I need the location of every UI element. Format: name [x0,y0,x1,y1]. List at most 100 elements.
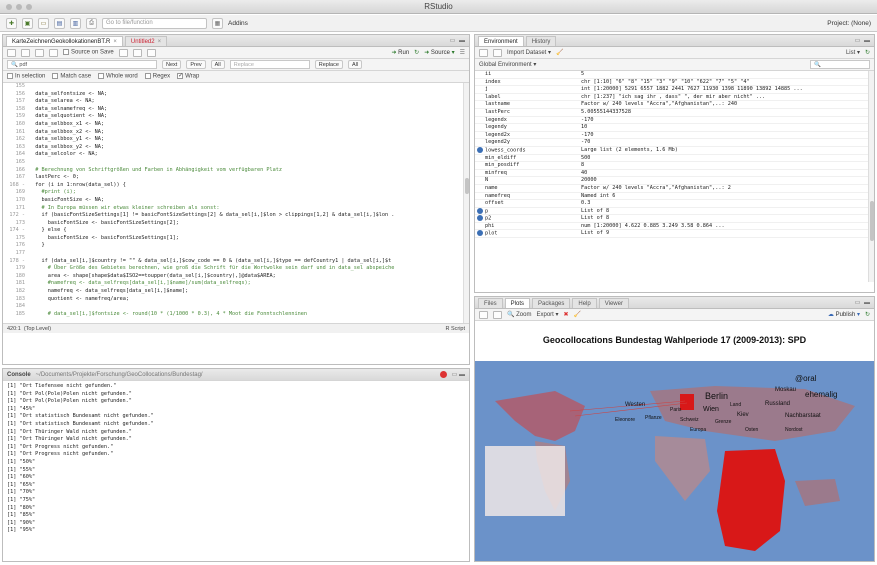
tab-help[interactable]: Help [572,298,597,308]
find-input[interactable]: 🔍 pdf [7,60,157,69]
code-tools-icon[interactable] [132,48,142,57]
code-line[interactable]: 164 data_selcolor <- NA; [3,151,469,159]
code-line[interactable]: 169 #print (i); [3,189,469,197]
option-match-case[interactable]: Match case [52,73,91,80]
show-in-window-icon[interactable] [35,48,44,57]
code-line[interactable]: 160 data_selbbox_x1 <- NA; [3,121,469,129]
source-on-save-checkbox[interactable]: Source on Save [63,49,114,56]
remove-plot-icon[interactable]: ✖ [564,311,569,318]
stop-icon[interactable] [439,371,447,378]
env-row[interactable]: lowess_coords Large list (2 elements, 1.6… [475,146,874,155]
env-row[interactable]: lastname Factor w/ 240 levels "Accra","Af… [475,101,874,109]
tab-viewer[interactable]: Viewer [598,298,629,308]
expand-icon[interactable] [477,230,483,237]
env-row[interactable]: j int [1:20000] 5291 6557 1882 2441 7627 … [475,86,874,94]
tab-script[interactable]: KarteZeichnenGeokollokationenBT.R × [6,36,123,46]
env-row[interactable]: ii 5 [475,71,874,79]
code-line[interactable]: 172 - if (basicFontSizeSettings[1] != ba… [3,212,469,220]
expand-icon[interactable] [477,146,483,153]
find-prev-button[interactable]: Prev [186,60,206,69]
console-output[interactable]: [1] "Ort Tiefensee nicht gefunden." [1] … [3,381,469,537]
project-menu[interactable]: Project: (None) [827,20,871,27]
code-line[interactable]: 183 quotient <- namefreq/area; [3,296,469,304]
pane-window-controls[interactable]: ▭ ▬ [855,299,871,306]
close-tab-icon[interactable]: × [158,39,162,45]
code-line[interactable]: 163 data_selbbox_y2 <- NA; [3,144,469,152]
env-row[interactable]: N 20000 [475,177,874,185]
code-line[interactable]: 170 basicFontSize <- NA; [3,197,469,205]
code-line[interactable]: 182 namefreq <- data_selfreqs[data_sel[i… [3,288,469,296]
pane-window-controls[interactable]: ▭ ▬ [452,371,465,378]
code-line[interactable]: 180 area <- shape[shape$data$ISO2==toupp… [3,273,469,281]
env-row[interactable]: legendy 10 [475,124,874,132]
tab-environment[interactable]: Environment [478,36,524,46]
goto-file-input[interactable]: Go to file/function [102,17,207,29]
tab-history[interactable]: History [525,36,557,46]
code-line[interactable]: 179 # Über Größe des Gebietes berechnen,… [3,265,469,273]
clear-broom-icon[interactable]: 🧹 [556,49,563,56]
new-project-icon[interactable]: ▣ [22,17,33,29]
close-tab-icon[interactable]: × [113,39,117,45]
import-dataset-button[interactable]: Import Dataset ▾ [507,49,551,56]
env-row[interactable]: lastPerc 5.00555144337528 [475,109,874,117]
search-icon[interactable] [118,48,128,57]
code-line[interactable]: 161 data_selbbox_x2 <- NA; [3,129,469,137]
code-line[interactable]: 166 # Berechnung von Schriftgrößen und F… [3,167,469,175]
save-workspace-icon[interactable] [493,48,502,57]
refresh-icon[interactable]: ↻ [865,311,870,318]
find-next-button[interactable]: Next [162,60,182,69]
outline-icon[interactable]: ☰ [460,49,465,56]
save-icon[interactable] [49,48,58,57]
tab-plots[interactable]: Plots [504,298,531,308]
back-icon[interactable] [479,310,488,319]
code-line[interactable]: 156 data_selfontsize <- NA; [3,91,469,99]
source-button[interactable]: ➜ Source ▾ [424,49,454,56]
code-line[interactable]: 158 data_selnamefreq <- NA; [3,106,469,114]
publish-button[interactable]: ☁ Publish ▾ [828,311,860,318]
code-editor[interactable]: 155 156 data_selfontsize <- NA; 157 data_s… [3,83,469,323]
clear-broom-icon[interactable]: 🧹 [574,311,581,318]
rerun-icon[interactable]: ↻ [414,49,419,56]
code-line[interactable]: 167 lastPerc <- 0; [3,174,469,182]
export-button[interactable]: Export ▾ [536,311,558,318]
code-line[interactable]: 177 [3,250,469,258]
option-whole-word[interactable]: Whole word [98,73,138,80]
env-row[interactable]: name Factor w/ 240 levels "Accra","Afghan… [475,185,874,193]
tab-packages[interactable]: Packages [532,298,571,308]
editor-scrollbar[interactable] [463,83,469,323]
env-row[interactable]: min_eldiff 500 [475,155,874,163]
code-line[interactable]: 173 basicFontSize <- basicFontSizeSettin… [3,220,469,228]
compile-report-icon[interactable] [146,48,156,57]
code-line[interactable]: 185 # data_sel[i,]$fontsize <- round(10 … [3,311,469,319]
back-icon[interactable] [7,48,16,57]
env-row[interactable]: min_posdiff 8 [475,162,874,170]
save-all-icon[interactable]: ▥ [70,17,81,29]
save-icon[interactable]: ▤ [54,17,65,29]
replace-button[interactable]: Replace [314,60,343,69]
forward-icon[interactable] [21,48,30,57]
forward-icon[interactable] [493,310,502,319]
pane-window-controls[interactable]: ▭ ▬ [450,37,466,44]
env-row[interactable]: legend2x -170 [475,132,874,140]
refresh-icon[interactable]: ↻ [865,49,870,56]
code-line[interactable]: 157 data_selarea <- NA; [3,98,469,106]
code-line[interactable]: 175 basicFontSize <- basicFontSizeSettin… [3,235,469,243]
env-search-input[interactable]: 🔍 [810,60,870,69]
env-row[interactable]: offset 0.3 [475,200,874,208]
code-line[interactable]: 174 - } else { [3,227,469,235]
open-file-icon[interactable]: ▭ [38,17,49,29]
file-type-menu[interactable]: R Script [445,326,465,332]
code-line[interactable]: 168 - for (i in 1:nrow(data_sel)) { [3,182,469,190]
code-line[interactable]: 184 [3,303,469,311]
env-row[interactable]: legend2y -70 [475,139,874,147]
new-file-icon[interactable]: ✚ [6,17,17,29]
replace-input[interactable]: Replace [229,60,310,69]
env-row[interactable]: namefreq Named int 6 [475,193,874,201]
find-all-button[interactable]: All [210,60,225,69]
env-row[interactable]: legendx -170 [475,117,874,125]
scope-menu[interactable]: (Top Level) [24,326,51,332]
print-icon[interactable]: ⎙ [86,17,97,29]
tab-untitled[interactable]: Untitled2 × [124,36,168,46]
expand-icon[interactable] [477,215,483,222]
zoom-button[interactable]: 🔍 Zoom [507,311,531,318]
